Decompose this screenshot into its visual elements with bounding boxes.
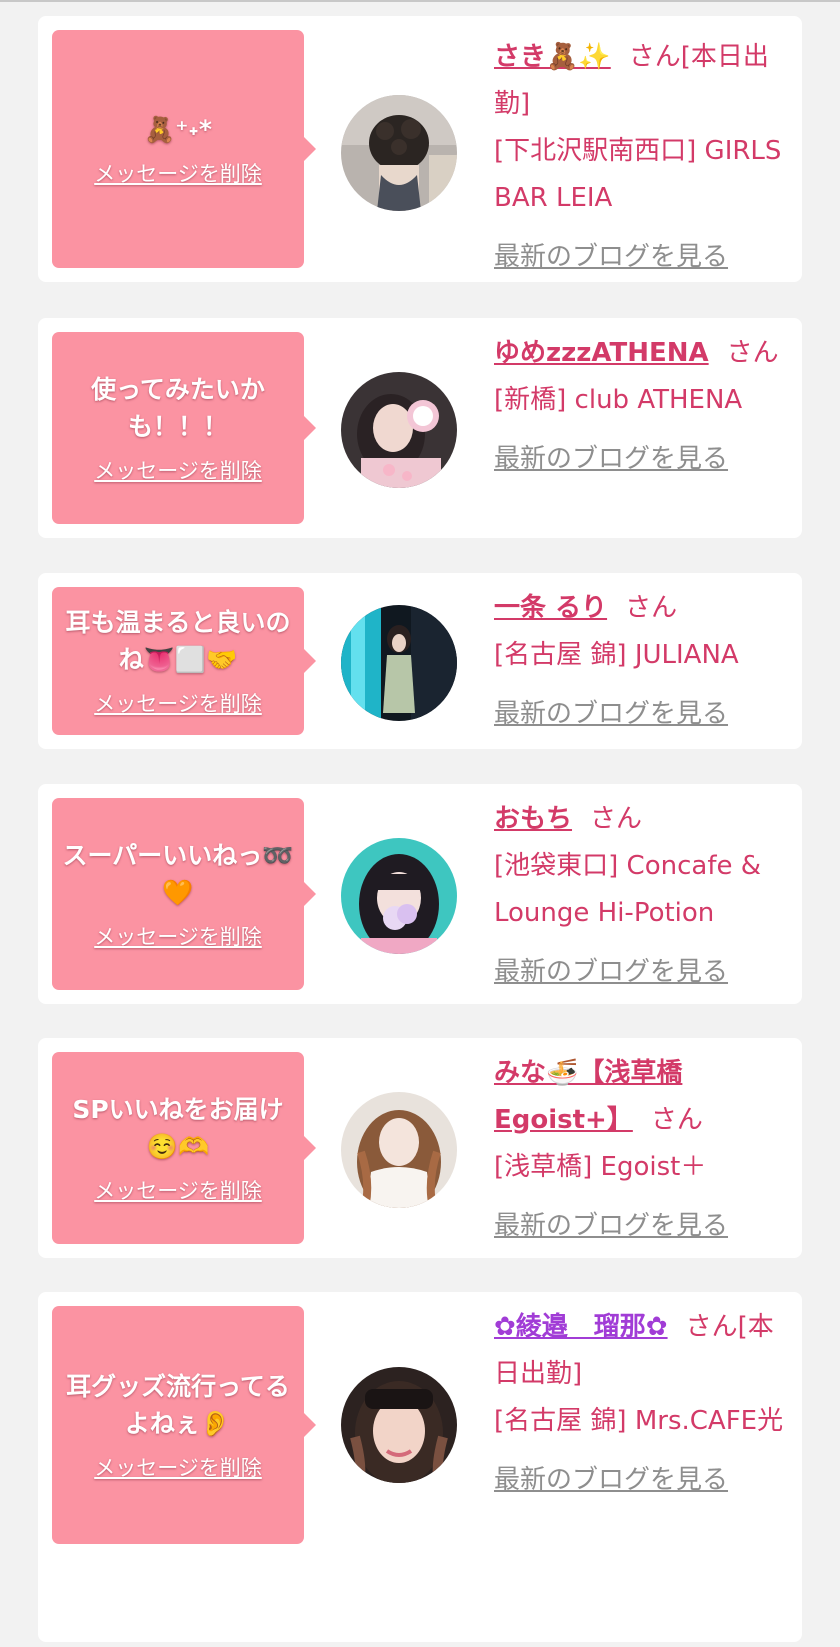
message-bubble: 🧸⁺˖* メッセージを削除 <box>52 30 316 268</box>
list-item: 使ってみたいかも！！！ メッセージを削除 ゆめzzzATHENA さん [新橋] … <box>38 318 802 538</box>
delete-message-link[interactable]: メッセージを削除 <box>94 688 262 718</box>
shop-label: [名古屋 錦] Mrs.CAFE光 <box>494 1406 784 1436</box>
san-label: さん <box>625 593 678 623</box>
list-item: 耳グッズ流行ってるよねぇ👂 メッセージを削除 ✿綾邉 瑠那✿ さん[本日出勤] [… <box>38 1292 802 1642</box>
message-text: 🧸⁺˖* <box>144 114 212 144</box>
delete-message-link[interactable]: メッセージを削除 <box>94 158 262 188</box>
message-bubble: 耳グッズ流行ってるよねぇ👂 メッセージを削除 <box>52 1306 316 1544</box>
san-label: さん <box>628 42 681 72</box>
message-text: 使ってみたいかも！！！ <box>91 375 265 441</box>
delete-message-link[interactable]: メッセージを削除 <box>94 1175 262 1205</box>
list-item: スーパーいいねっ➿🧡 メッセージを削除 おもち さん [池袋東口] Concafe… <box>38 784 802 1004</box>
cast-info: さき🧸✨ さん[本日出勤] [下北沢駅南西口] GIRLS BAR LEIA 最新… <box>494 34 784 281</box>
delete-message-link[interactable]: メッセージを削除 <box>94 921 262 951</box>
shop-label: [新橋] club ATHENA <box>494 385 743 415</box>
shop-label: [池袋東口] Concafe & Lounge Hi-Potion <box>494 851 762 928</box>
cast-name-link[interactable]: ✿綾邉 瑠那✿ <box>494 1312 668 1342</box>
cast-name-link[interactable]: ゆめzzzATHENA <box>494 338 709 368</box>
latest-blog-link[interactable]: 最新のブログを見る <box>494 949 784 996</box>
latest-blog-link[interactable]: 最新のブログを見る <box>494 691 784 738</box>
avatar[interactable] <box>341 1367 457 1483</box>
san-label: さん <box>590 804 643 834</box>
delete-message-link[interactable]: メッセージを削除 <box>94 1452 262 1482</box>
cast-name-link[interactable]: 一条 るり <box>494 593 607 623</box>
cast-info: ゆめzzzATHENA さん [新橋] club ATHENA 最新のブログを見る <box>494 330 784 483</box>
cast-name-link[interactable]: おもち <box>494 804 572 834</box>
message-text: SPいいねをお届け☺️🫶 <box>72 1095 284 1161</box>
list-item: 耳も温まると良いのね👅⬜🤝 メッセージを削除 一条 るり さん [名古屋 錦] J… <box>38 573 802 749</box>
shop-label: [下北沢駅南西口] GIRLS BAR LEIA <box>494 136 782 213</box>
cast-info: おもち さん [池袋東口] Concafe & Lounge Hi-Potion … <box>494 796 784 996</box>
delete-message-link[interactable]: メッセージを削除 <box>94 455 262 485</box>
message-bubble: 耳も温まると良いのね👅⬜🤝 メッセージを削除 <box>52 587 316 735</box>
cast-info: みな🍜【浅草橋Egoist+】 さん [浅草橋] Egoist＋ 最新のブログを見… <box>494 1050 784 1250</box>
avatar[interactable] <box>341 838 457 954</box>
latest-blog-link[interactable]: 最新のブログを見る <box>494 1203 784 1250</box>
latest-blog-link[interactable]: 最新のブログを見る <box>494 436 784 483</box>
latest-blog-link[interactable]: 最新のブログを見る <box>494 1457 784 1504</box>
message-text: 耳グッズ流行ってるよねぇ👂 <box>66 1372 290 1438</box>
avatar[interactable] <box>341 1092 457 1208</box>
list-item: SPいいねをお届け☺️🫶 メッセージを削除 みな🍜【浅草橋Egoist+】 さん … <box>38 1038 802 1258</box>
san-label: さん <box>726 338 779 368</box>
san-label: さん <box>650 1105 703 1135</box>
message-bubble: スーパーいいねっ➿🧡 メッセージを削除 <box>52 798 316 990</box>
cast-name-link[interactable]: さき🧸✨ <box>494 42 611 72</box>
avatar[interactable] <box>341 372 457 488</box>
shop-label: [浅草橋] Egoist＋ <box>494 1152 707 1182</box>
message-list: 🧸⁺˖* メッセージを削除 さき🧸✨ さん[本日出勤] [下北沢駅南西口] GIR… <box>0 0 840 1647</box>
message-text: スーパーいいねっ➿🧡 <box>62 841 294 907</box>
avatar[interactable] <box>341 95 457 211</box>
cast-info: ✿綾邉 瑠那✿ さん[本日出勤] [名古屋 錦] Mrs.CAFE光 最新のブログ… <box>494 1304 784 1504</box>
san-label: さん <box>685 1312 738 1342</box>
cast-info: 一条 るり さん [名古屋 錦] JULIANA 最新のブログを見る <box>494 585 784 738</box>
message-text: 耳も温まると良いのね👅⬜🤝 <box>65 608 291 674</box>
message-bubble: 使ってみたいかも！！！ メッセージを削除 <box>52 332 316 524</box>
shop-label: [名古屋 錦] JULIANA <box>494 640 739 670</box>
avatar[interactable] <box>341 605 457 721</box>
latest-blog-link[interactable]: 最新のブログを見る <box>494 234 784 281</box>
list-item: 🧸⁺˖* メッセージを削除 さき🧸✨ さん[本日出勤] [下北沢駅南西口] GIR… <box>38 16 802 282</box>
message-bubble: SPいいねをお届け☺️🫶 メッセージを削除 <box>52 1052 316 1244</box>
